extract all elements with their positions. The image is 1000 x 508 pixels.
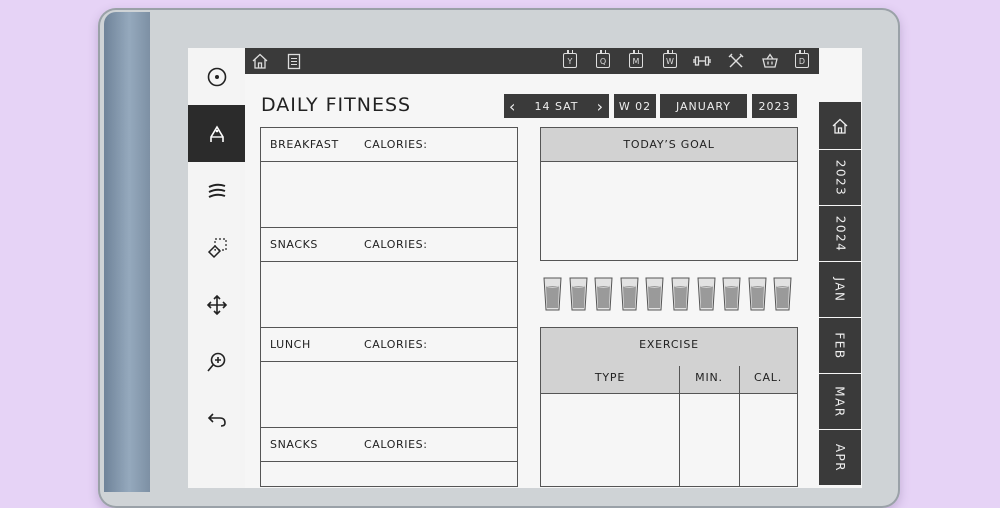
lunch-section[interactable]: LUNCH CALORIES: — [260, 327, 518, 428]
calories-label: CALORIES: — [364, 438, 428, 451]
water-glass-icon[interactable] — [773, 277, 792, 311]
water-glass-icon[interactable] — [569, 277, 588, 311]
todays-goal-section[interactable]: TODAY’S GOAL — [540, 127, 798, 261]
tab-label: 2024 — [832, 215, 847, 252]
home-icon[interactable] — [251, 52, 269, 70]
day-navigator: ‹ 14 SAT › — [504, 94, 609, 118]
eraser-icon[interactable] — [188, 219, 245, 276]
day-view-button[interactable]: D — [795, 50, 809, 68]
water-glass-icon[interactable] — [594, 277, 613, 311]
tab-mar[interactable]: MAR — [819, 374, 861, 430]
meal-header: LUNCH CALORIES: — [261, 328, 517, 362]
calories-label: CALORIES: — [364, 238, 428, 251]
column-cal: CAL. — [739, 361, 797, 394]
tab-jan[interactable]: JAN — [819, 262, 861, 318]
move-icon[interactable] — [188, 276, 245, 333]
notes-icon[interactable] — [285, 52, 303, 70]
basket-icon[interactable] — [761, 52, 779, 70]
goal-header: TODAY’S GOAL — [541, 128, 797, 162]
year-link[interactable]: 2023 — [752, 94, 797, 118]
meal-header: BREAKFAST CALORIES: — [261, 128, 517, 162]
quarter-view-button[interactable]: Q — [596, 50, 610, 68]
tab-label: JAN — [832, 276, 847, 303]
tab-feb[interactable]: FEB — [819, 318, 861, 374]
current-day[interactable]: 14 SAT — [534, 100, 578, 113]
column-min: MIN. — [679, 361, 739, 394]
snacks-section-2[interactable]: SNACKS CALORIES: — [260, 427, 518, 487]
year-view-button[interactable]: Y — [563, 50, 577, 68]
water-glass-icon[interactable] — [722, 277, 741, 311]
column-type: TYPE — [541, 361, 679, 394]
calories-label: CALORIES: — [364, 338, 428, 351]
water-glass-icon[interactable] — [671, 277, 690, 311]
lines-icon[interactable] — [188, 162, 245, 219]
meal-name: SNACKS — [270, 238, 319, 251]
water-glass-icon[interactable] — [645, 277, 664, 311]
tab-label: FEB — [833, 331, 847, 360]
column-divider — [679, 366, 680, 487]
meal-name: LUNCH — [270, 338, 311, 351]
meal-name: SNACKS — [270, 438, 319, 451]
fork-knife-icon[interactable] — [727, 52, 745, 70]
meal-name: BREAKFAST — [270, 138, 339, 151]
tab-label: MAR — [833, 385, 847, 418]
dumbbell-icon[interactable] — [693, 52, 711, 70]
tab-label: APR — [832, 443, 847, 472]
top-nav-bar: Y Q M W D — [245, 48, 819, 74]
week-view-button[interactable]: W — [663, 50, 677, 68]
snacks-section[interactable]: SNACKS CALORIES: — [260, 227, 518, 328]
exercise-section[interactable]: EXERCISE TYPE MIN. CAL. — [540, 327, 798, 487]
water-glass-icon[interactable] — [697, 277, 716, 311]
pen-icon[interactable] — [188, 105, 245, 162]
tab-2024[interactable]: 2024 — [819, 206, 861, 262]
month-view-button[interactable]: M — [629, 50, 643, 68]
meal-header: SNACKS CALORIES: — [261, 428, 517, 462]
home-icon — [832, 118, 848, 134]
meal-header: SNACKS CALORIES: — [261, 228, 517, 262]
month-link[interactable]: JANUARY — [660, 94, 747, 118]
column-divider — [739, 366, 740, 487]
circle-menu-icon[interactable] — [188, 48, 245, 105]
exercise-header: EXERCISE — [541, 328, 797, 362]
tab-2023[interactable]: 2023 — [819, 150, 861, 206]
tab-home[interactable] — [819, 102, 861, 150]
breakfast-section[interactable]: BREAKFAST CALORIES: — [260, 127, 518, 228]
tab-label: 2023 — [832, 159, 847, 196]
week-link[interactable]: W 02 — [614, 94, 656, 118]
water-glass-icon[interactable] — [748, 277, 767, 311]
tab-apr[interactable]: APR — [819, 430, 861, 486]
left-toolbar — [188, 48, 245, 488]
zoom-icon[interactable] — [188, 333, 245, 390]
tablet-spine — [104, 12, 150, 492]
next-day-button[interactable]: › — [597, 97, 604, 116]
water-glass-icon[interactable] — [543, 277, 562, 311]
water-glass-icon[interactable] — [620, 277, 639, 311]
page-title: DAILY FITNESS — [261, 94, 412, 116]
undo-icon[interactable] — [188, 390, 245, 447]
prev-day-button[interactable]: ‹ — [509, 97, 516, 116]
calories-label: CALORIES: — [364, 138, 428, 151]
